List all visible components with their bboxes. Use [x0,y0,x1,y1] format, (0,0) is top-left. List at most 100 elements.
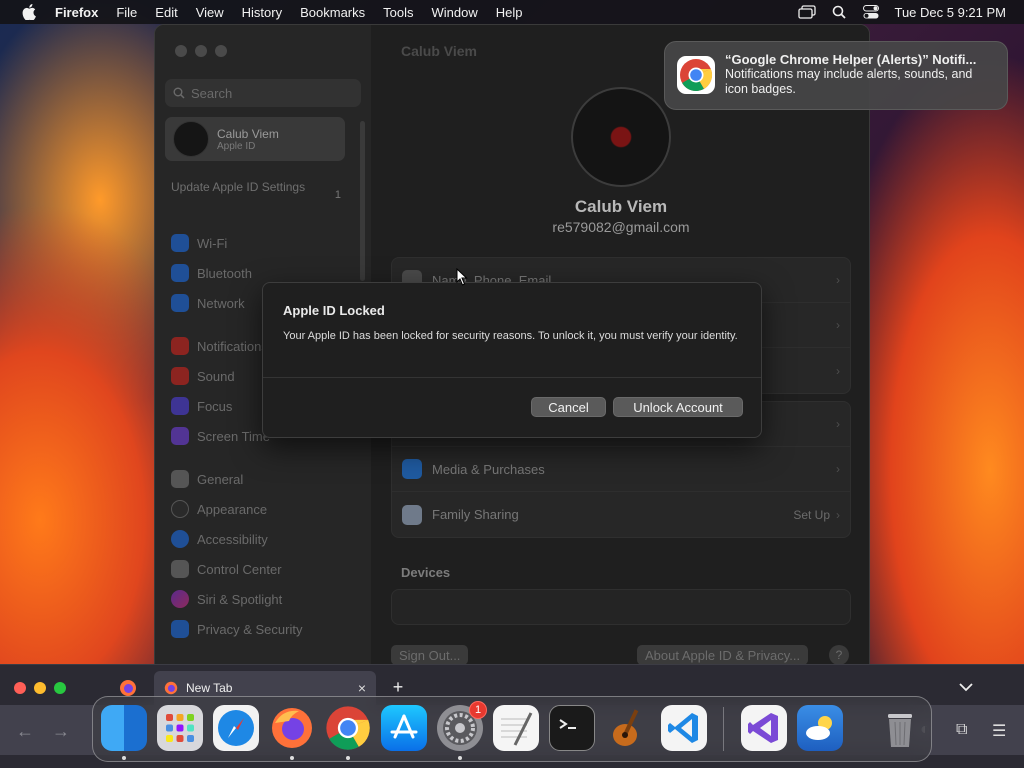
family-sharing-icon [402,504,422,525]
sidebar-item-control-center[interactable]: Control Center [171,554,351,584]
close-tab-icon[interactable]: × [358,680,366,696]
wifi-icon [171,234,189,252]
apple-menu-icon[interactable] [18,0,40,24]
minimize-window-button[interactable] [34,682,46,694]
dock-weather-icon[interactable] [797,705,843,751]
menu-clock[interactable]: Tue Dec 5 9:21 PM [894,5,1006,20]
sound-speaker-icon [171,367,189,385]
search-placeholder: Search [191,85,233,101]
row-family-sharing[interactable]: Family Sharing Set Up › [392,492,850,537]
sidebar-item-label: Notifications [197,338,268,354]
sidebar-item-privacy-security[interactable]: Privacy & Security [171,614,351,644]
dock-finder-icon[interactable] [101,705,147,751]
dock-safari-icon[interactable] [213,705,259,751]
sidebar-apple-id[interactable]: Calub Viem Apple ID [165,117,345,161]
sign-out-button[interactable]: Sign Out... [391,645,469,665]
zoom-window-button[interactable] [54,682,66,694]
menu-window[interactable]: Window [423,0,487,24]
spotlight-search-icon[interactable] [830,4,848,20]
dock-terminal-icon[interactable] [549,705,595,751]
notification-body: Notifications may include alerts, sounds… [725,67,973,96]
running-indicator [290,756,294,760]
dock-app-store-icon[interactable] [381,705,427,751]
zoom-window-button[interactable] [215,45,227,57]
running-indicator [346,756,350,760]
cancel-button[interactable]: Cancel [531,397,606,417]
avatar [173,121,209,157]
close-window-button[interactable] [14,682,26,694]
profile-avatar[interactable] [571,87,671,187]
update-badge: 1 [334,189,341,201]
sidebar-item-label: Privacy & Security [197,621,303,637]
running-indicator [458,756,462,760]
menu-app-firefox[interactable]: Firefox [46,0,107,24]
sidebar-item-label: Network [197,295,245,311]
close-window-button[interactable] [175,45,187,57]
chevron-right-icon: › [836,318,840,332]
menu-bookmarks[interactable]: Bookmarks [291,0,374,24]
menu-view[interactable]: View [187,0,233,24]
sidebar-scrollbar[interactable] [360,121,365,281]
screen-mirroring-icon[interactable] [798,4,817,20]
extensions-puzzle-icon[interactable]: ⧉ [956,721,967,739]
sidebar-item-accessibility[interactable]: Accessibility [171,524,351,554]
settings-search-field[interactable]: Search [165,79,361,107]
sidebar-item-siri-spotlight[interactable]: Siri & Spotlight [171,584,351,614]
dock-chrome-icon[interactable] [325,705,371,751]
dock-visual-studio-icon[interactable] [741,705,787,751]
system-settings-badge: 1 [469,701,487,719]
hamburger-menu-icon[interactable]: ☰ [992,721,1006,741]
sidebar-item-general[interactable]: General [171,464,351,494]
row-media-purchases[interactable]: Media & Purchases › [392,447,850,492]
control-center-icon[interactable] [862,4,880,20]
dock: 1 [92,696,932,762]
chrome-icon [677,56,715,94]
apple-id-locked-dialog: Apple ID Locked Your Apple ID has been l… [262,282,762,438]
dock-firefox-icon[interactable] [269,705,315,751]
control-center-toggle-icon [171,560,189,578]
menu-file[interactable]: File [107,0,146,24]
general-gear-icon [171,470,189,488]
update-apple-id-settings[interactable]: Update Apple ID Settings 1 [171,179,341,201]
sidebar-item-label: Screen Time [197,428,270,444]
notification-title: “Google Chrome Helper (Alerts)” Notifi..… [725,52,977,67]
row-label: Family Sharing [432,507,519,522]
menu-history[interactable]: History [233,0,291,24]
menu-edit[interactable]: Edit [146,0,186,24]
forward-arrow-icon[interactable]: → [52,721,70,742]
sidebar-item-label: Wi-Fi [197,235,228,251]
dock-trash-icon[interactable] [877,705,923,751]
dock-vscode-icon[interactable] [661,705,707,751]
focus-moon-icon [171,397,189,415]
firefox-pinned-tab-icon[interactable] [119,679,137,697]
dock-garageband-icon[interactable] [605,705,651,751]
sidebar-item-label: Bluetooth [197,265,252,281]
dock-textedit-icon[interactable] [493,705,539,751]
menu-bar: Firefox File Edit View History Bookmarks… [0,0,1024,24]
notification-banner[interactable]: “Google Chrome Helper (Alerts)” Notifi..… [664,41,1008,110]
firefox-window-controls [14,682,66,694]
devices-list [391,589,851,625]
back-arrow-icon[interactable]: ← [16,721,34,742]
dialog-message: Your Apple ID has been locked for securi… [283,330,738,342]
sidebar-item-label: Sound [197,368,235,384]
notifications-bell-icon [171,337,189,355]
help-button[interactable]: ? [829,645,849,665]
list-all-tabs-chevron-icon[interactable] [956,677,976,697]
dock-launchpad-icon[interactable] [157,705,203,751]
sidebar-item-label: Siri & Spotlight [197,591,283,607]
menu-help[interactable]: Help [487,0,532,24]
sidebar-item-wifi[interactable]: Wi-Fi [171,228,351,258]
profile-email: re579082@gmail.com [552,219,690,235]
about-apple-id-privacy-button[interactable]: About Apple ID & Privacy... [637,645,809,665]
sidebar-item-appearance[interactable]: Appearance [171,494,351,524]
bluetooth-icon [171,264,189,282]
sidebar-item-label: Focus [197,398,233,414]
unlock-account-button[interactable]: Unlock Account [613,397,743,417]
menu-tools[interactable]: Tools [374,0,422,24]
mouse-cursor-icon [456,268,468,286]
new-tab-button[interactable]: + [388,677,408,697]
minimize-window-button[interactable] [195,45,207,57]
screen-time-hourglass-icon [171,427,189,445]
row-label: Media & Purchases [432,461,545,477]
